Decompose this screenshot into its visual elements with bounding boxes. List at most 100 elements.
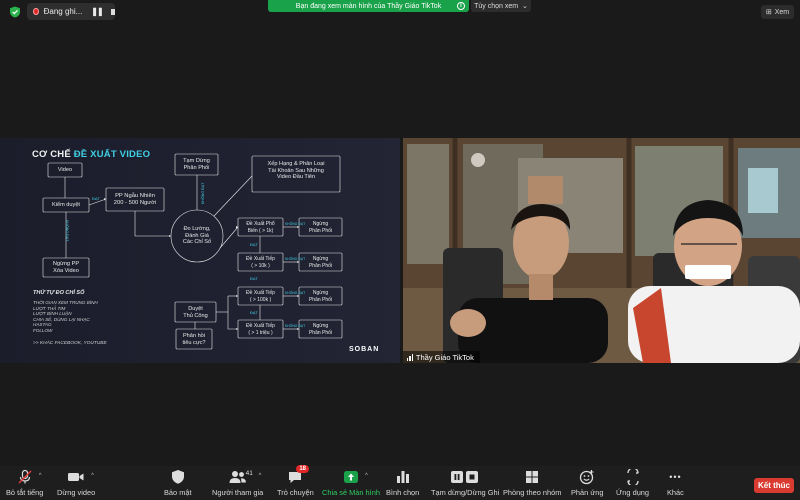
stop-recording-icon[interactable] [110, 8, 115, 15]
toolbar-label: Bỏ tắt tiếng [6, 488, 44, 497]
toolbar-label: Khác [667, 488, 684, 497]
toolbar-label: Phản ứng [571, 488, 604, 497]
polls-icon [396, 469, 410, 485]
security-shield-icon [171, 469, 185, 485]
edge-label-khong-dat: KHÔNG ĐẠT [65, 220, 69, 242]
participant-name: Thầy Giáo TikTok [415, 352, 474, 362]
node-line: ( > 10k ) [251, 262, 270, 269]
node-ngung-phan-phoi-4: Ngừng Phân Phối [299, 323, 342, 336]
order-title: THỨ TỰ ĐO CHỈ SỐ [33, 290, 85, 296]
participant-name-tag: Thầy Giáo TikTok [403, 351, 480, 363]
recording-indicator[interactable]: Đang ghi... ❚❚ [27, 3, 115, 20]
unmute-button[interactable]: ^ Bỏ tắt tiếng [6, 469, 43, 497]
node-line: PP Ngẫu Nhiên [115, 193, 155, 199]
stop-video-button[interactable]: ^ Dừng video [57, 469, 95, 497]
view-options-label: Tùy chọn xem [474, 2, 519, 10]
node-line: Phân Phối [183, 164, 210, 171]
chat-button[interactable]: 18 Trò chuyện [277, 465, 314, 497]
slide-title-highlight: ĐỀ XUẤT VIDEO [73, 149, 151, 160]
node-line: Phân Phối [308, 296, 333, 303]
node-line: Đề Xuất Phổ [246, 221, 275, 227]
order-item: THỜI GIAN XEM TRUNG BÌNH [33, 300, 98, 305]
toolbar-label: Chia sẻ Màn hình [322, 488, 380, 497]
node-line: Video Đầu Tiên [276, 174, 316, 180]
grid-view-icon: ⊞ [765, 9, 772, 16]
toolbar-label: Bình chọn [386, 488, 420, 497]
node-line: Biến ( > 1k) [247, 227, 274, 234]
node-line: Phân Phối [308, 329, 333, 336]
node-line: Các Chỉ Số [182, 239, 212, 245]
node-ngung-phan-phoi-1: Ngừng Phân Phối [299, 221, 342, 234]
node-line: Xóa Video [53, 267, 79, 274]
view-button-label: Xem [774, 8, 790, 16]
toolbar-label: Người tham gia [212, 488, 264, 497]
node-line: Đề Xuất Tiếp [246, 290, 275, 296]
pause-stop-recording-button[interactable]: Tạm dừng/Dừng Ghi [431, 469, 499, 497]
pause-recording-icon[interactable]: ❚❚ [91, 7, 103, 16]
chat-icon: 18 [287, 465, 310, 485]
edge-label-dat: ĐẠT [92, 196, 100, 201]
node-do-luong: Đo Lường, Đánh Giá Các Chỉ Số [171, 226, 223, 246]
node-phan-hoi: Phản hồi tiêu cực? [176, 333, 212, 346]
slide-title: CƠ CHẾ ĐỀ XUẤT VIDEO [32, 149, 150, 160]
view-options-dropdown[interactable]: Tùy chọn xem ⌄ [471, 0, 531, 12]
node-line: ( > 100k ) [249, 296, 272, 303]
share-screen-button[interactable]: ^ Chia sẻ Màn hình [322, 469, 380, 497]
order-more: >> KHÁC FACEBOOK, YOUTUBE [33, 341, 107, 346]
chevron-up-icon[interactable]: ^ [91, 473, 94, 479]
more-button[interactable]: ••• Khác [667, 469, 684, 497]
end-meeting-button[interactable]: Kết thúc [754, 478, 794, 493]
node-duyet-thu-cong: Duyệt Thủ Công [175, 306, 216, 319]
node-ngung-phan-phoi-2: Ngừng Phân Phối [299, 256, 342, 269]
node-line: Ngừng [312, 290, 329, 296]
toolbar-label: Trò chuyện [277, 488, 314, 497]
chevron-up-icon[interactable]: ^ [365, 473, 368, 479]
toolbar-label: Phòng theo nhóm [503, 488, 562, 497]
breakout-rooms-button[interactable]: Phòng theo nhóm [503, 469, 561, 497]
breakout-rooms-icon [525, 469, 539, 485]
video-camera-icon: ^ [67, 469, 94, 485]
node-line: Ngừng PP [52, 261, 80, 267]
muted-microphone-icon: ^ [17, 469, 42, 485]
node-ngung-pp: Ngừng PP Xóa Video [43, 261, 89, 274]
apps-icon [626, 469, 640, 485]
signal-bars-icon [407, 353, 413, 361]
chevron-up-icon[interactable]: ^ [39, 473, 42, 479]
node-line: Ngừng [312, 323, 329, 329]
security-shield-icon[interactable] [9, 6, 21, 18]
node-line: Đánh Giá [185, 232, 209, 239]
slide-title-prefix: CƠ CHẾ [32, 149, 71, 160]
reactions-button[interactable]: Phản ứng [571, 469, 603, 497]
chevron-up-icon[interactable]: ^ [259, 473, 262, 479]
share-screen-icon: ^ [343, 469, 368, 485]
node-line: Đề Xuất Tiếp [246, 323, 275, 329]
security-button[interactable]: Bảo mật [164, 469, 192, 497]
participants-button[interactable]: 41 ^ Người tham gia [212, 469, 263, 497]
node-line: Tài Khoản Sau Những [268, 167, 324, 174]
node-video: Video [57, 167, 73, 173]
node-line: 200 - 500 Người [113, 199, 157, 206]
node-line: Đo Lường, [183, 226, 211, 232]
node-line: Đề Xuất Tiếp [246, 256, 275, 262]
meeting-toolbar: ^ Bỏ tắt tiếng ^ Dừng video Bảo mật 41 ^… [0, 465, 800, 500]
view-button[interactable]: ⊞ Xem [761, 5, 794, 19]
edge-label-dat: ĐẠT [250, 276, 258, 281]
node-line: Xếp Hạng & Phân Loại [267, 161, 325, 167]
video-feed-image [403, 138, 800, 363]
shared-screen-slide: CƠ CHẾ ĐỀ XUẤT VIDEO Video Kiểm duyệt Ng… [0, 138, 400, 363]
info-icon[interactable]: i [457, 2, 465, 10]
participant-video[interactable]: Thầy Giáo TikTok [403, 138, 800, 363]
polls-button[interactable]: Bình chọn [386, 469, 419, 497]
pause-stop-recording-icon [450, 469, 480, 485]
edge-label-khong-dat: KHÔNG ĐẠT [285, 324, 306, 328]
node-pp-ngau-nhien: PP Ngẫu Nhiên 200 - 500 Người [106, 193, 164, 206]
toolbar-label: Dừng video [57, 488, 96, 497]
participants-count: 41 [245, 470, 253, 477]
toolbar-label: Ứng dụng [616, 488, 650, 497]
share-screen-banner: Bạn đang xem màn hình của Thầy Giáo TikT… [268, 0, 469, 12]
brand-logo: SOBAN [349, 346, 380, 353]
apps-button[interactable]: Ứng dụng [616, 469, 649, 497]
node-de-xuat-3: Đề Xuất Tiếp ( > 100k ) [238, 290, 283, 303]
toolbar-label: Tạm dừng/Dừng Ghi [431, 488, 500, 497]
node-line: Thủ Công [183, 312, 208, 319]
